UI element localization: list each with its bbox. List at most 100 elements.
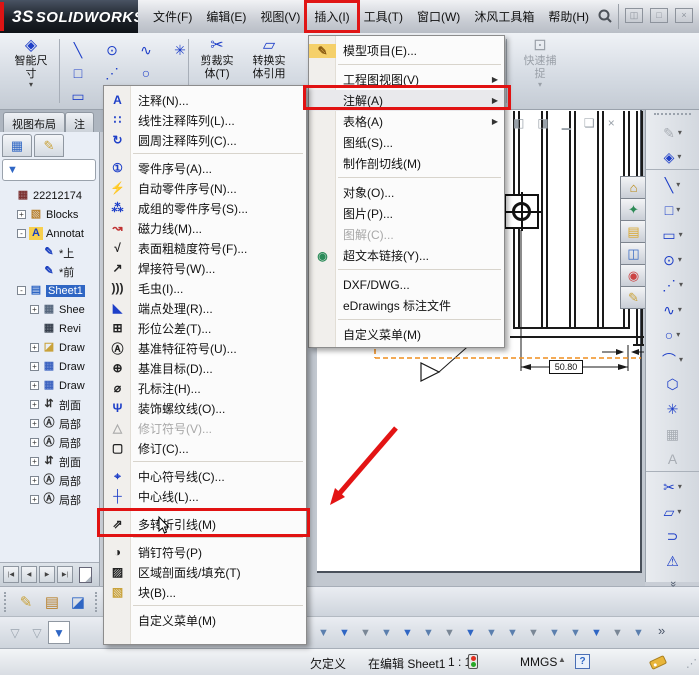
filter-toggle-icon[interactable]: ▽ (26, 621, 48, 644)
dock-left-icon[interactable]: ◧ (513, 116, 524, 130)
toolbar-expand-chevron-icon[interactable]: » (667, 577, 679, 591)
comment-icon[interactable]: ✎ (13, 590, 39, 614)
toolbar-handle[interactable] (4, 592, 8, 612)
minimize-child-icon[interactable]: ▁ (562, 116, 571, 130)
slot-icon[interactable]: ▭ (62, 85, 94, 107)
arc-icon[interactable]: ⌒ (646, 347, 699, 372)
selection-filter-icon[interactable]: ▼ (376, 621, 397, 644)
sheet-tab-icon[interactable] (79, 567, 92, 583)
annot-dowel-pin[interactable]: ◑ 销钉符号(P) ▶ (104, 542, 306, 562)
selection-filter-icon[interactable]: ▼ (565, 621, 586, 644)
annot-surface-finish[interactable]: √ 表面粗糙度符号(F)... ▶ (104, 238, 306, 258)
menu-edit[interactable]: 编辑(E) (199, 3, 253, 30)
annot-area-hatch[interactable]: ▨ 区域剖面线/填充(T) ▶ (104, 562, 306, 582)
selection-filter-icon[interactable]: ▼ (628, 621, 649, 644)
restore-window-button[interactable]: □ (650, 8, 668, 23)
tag-icon[interactable] (649, 655, 667, 670)
insert-hyperlink[interactable]: ◉ 超文本链接(Y)... ▶ (309, 245, 504, 266)
position-target-symbol[interactable] (504, 194, 539, 229)
notification-icon[interactable]: ⚠ (646, 549, 699, 574)
line-icon[interactable]: ╲ (62, 39, 94, 61)
tree-filter-field[interactable]: ▼ (2, 159, 96, 181)
resize-grip[interactable]: ⋰ (686, 657, 697, 670)
tree-item-sheet-format[interactable]: + ▦ Shee (0, 300, 100, 319)
selection-filter-icon[interactable]: ▼ (481, 621, 502, 644)
tree-expander[interactable]: + (30, 495, 39, 504)
tree-item-detail-view-d[interactable]: + Ⓐ 局部 (0, 490, 100, 509)
annot-auto-balloon[interactable]: ⚡ 自动零件序号(N)... ▶ (104, 178, 306, 198)
spline-icon[interactable]: ∿ (130, 39, 162, 61)
home-icon[interactable]: ⌂ (620, 176, 647, 199)
selection-filter-icon[interactable]: ▼ (439, 621, 460, 644)
sketch-pattern-icon[interactable]: ▦ (646, 422, 699, 447)
insert-dxf-dwg[interactable]: DXF/DWG... ▶ (309, 274, 504, 295)
tree-item-drawing-view2[interactable]: + ▦ Draw (0, 357, 100, 376)
annot-note[interactable]: A 注释(N)... ▶ (104, 90, 306, 110)
close-window-button[interactable]: × (675, 8, 693, 23)
insert-object[interactable]: 对象(O)... ▶ (309, 182, 504, 203)
tree-item-drawing-view3[interactable]: + ▦ Draw (0, 376, 100, 395)
tree-expander[interactable]: + (30, 305, 39, 314)
selection-filter-icon[interactable]: ▼ (397, 621, 418, 644)
rectangle-icon[interactable]: □ (62, 62, 94, 84)
minimize-window-button[interactable]: ◫ (625, 8, 643, 23)
selection-filter-icon[interactable]: ▼ (607, 621, 628, 644)
tree-item-annotations[interactable]: - A Annotat (0, 224, 100, 243)
insert-make-section-line[interactable]: 制作剖切线(M) ▶ (309, 153, 504, 174)
selection-filter-icon[interactable]: ▼ (418, 621, 439, 644)
tree-expander[interactable]: + (30, 381, 39, 390)
insert-model-items[interactable]: ✎ 模型项目(E)... ▶ (309, 40, 504, 61)
tree-item-annotation-view-front[interactable]: ✎ *前 (0, 262, 100, 281)
toolbar-handle[interactable] (654, 113, 691, 120)
selection-filter-icon[interactable]: ▼ (355, 621, 376, 644)
insert-tables[interactable]: 表格(A) ▶ (309, 111, 504, 132)
annot-cosmetic-thread[interactable]: Ψ 装饰螺纹线(O)... ▶ (104, 398, 306, 418)
annot-geometric-tolerance[interactable]: ⊞ 形位公差(T)... ▶ (104, 318, 306, 338)
annot-circular-note-pattern[interactable]: ↻ 圆周注释阵列(C)... ▶ (104, 130, 306, 150)
annot-magnetic-line[interactable]: ↝ 磁力线(M)... ▶ (104, 218, 306, 238)
tree-expander[interactable]: + (17, 210, 26, 219)
point-icon[interactable]: ✳ (164, 39, 196, 61)
menu-insert[interactable]: 插入(I) (307, 3, 356, 30)
circle-icon[interactable]: ⊙ (96, 39, 128, 61)
selection-filter-icon[interactable]: ▼ (502, 621, 523, 644)
smart-dimension-icon[interactable]: ◈ (646, 145, 699, 170)
tree-expander[interactable]: - (17, 229, 26, 238)
dock-right-icon[interactable]: ◨ (537, 116, 548, 130)
dimension-value[interactable]: 50.80 (549, 360, 583, 374)
tab-annotation[interactable]: 注 (65, 112, 94, 132)
tree-expander[interactable]: + (30, 362, 39, 371)
annot-weld-symbol[interactable]: ↗ 焊接符号(W)... ▶ (104, 258, 306, 278)
annot-datum-target[interactable]: ⊕ 基准目标(D)... ▶ (104, 358, 306, 378)
annot-revision-cloud[interactable]: ▢ 修订(C)... ▶ (104, 438, 306, 458)
menu-help[interactable]: 帮助(H) (541, 3, 596, 30)
selection-filter-icon[interactable]: ▼ (523, 621, 544, 644)
smart-dimension-button[interactable]: ◈ 智能尺寸 ▾ (4, 37, 58, 105)
ellipse-icon[interactable]: ○ (646, 322, 699, 347)
point-icon[interactable]: ✳ (646, 397, 699, 422)
insert-customize-menu[interactable]: 自定义菜单(M) ▶ (309, 324, 504, 345)
text-icon[interactable]: A (646, 447, 699, 472)
tree-expander[interactable]: + (30, 457, 39, 466)
tree-item-revision-table[interactable]: ▦ Revi (0, 319, 100, 338)
sketch-icon[interactable]: ✎ (646, 120, 699, 145)
annot-hole-callout[interactable]: ⌀ 孔标注(H)... ▶ (104, 378, 306, 398)
trim-entities-icon[interactable]: ✂ (646, 474, 699, 499)
annotation-palette-icon[interactable]: ✎ (620, 286, 647, 309)
tree-item-annotation-view-top[interactable]: ✎ *上 (0, 243, 100, 262)
help-icon[interactable]: ? (575, 654, 590, 669)
tree-item-blocks[interactable]: + ▧ Blocks (0, 205, 100, 224)
nav-first-button[interactable]: |◀ (3, 566, 19, 583)
annot-stacked-balloon[interactable]: ⁂ 成组的零件序号(S)... ▶ (104, 198, 306, 218)
insert-picture[interactable]: 图片(P)... ▶ (309, 203, 504, 224)
appearance-icon[interactable]: ◉ (620, 264, 647, 287)
insert-schematic[interactable]: 图解(C)... ▶ (309, 224, 504, 245)
propertymanager-tab-icon[interactable]: ✎ (34, 134, 64, 157)
paint-icon[interactable]: ◪ (65, 590, 91, 614)
rectangle-icon[interactable]: □ (646, 197, 699, 222)
annot-revision-symbol[interactable]: △ 修订符号(V)... ▶ (104, 418, 306, 438)
menu-window[interactable]: 窗口(W) (410, 3, 467, 30)
annot-end-treatment[interactable]: ◣ 端点处理(R)... ▶ (104, 298, 306, 318)
tree-item-detail-view-c[interactable]: + Ⓐ 局部 (0, 471, 100, 490)
annot-balloon[interactable]: ① 零件序号(A)... ▶ (104, 158, 306, 178)
